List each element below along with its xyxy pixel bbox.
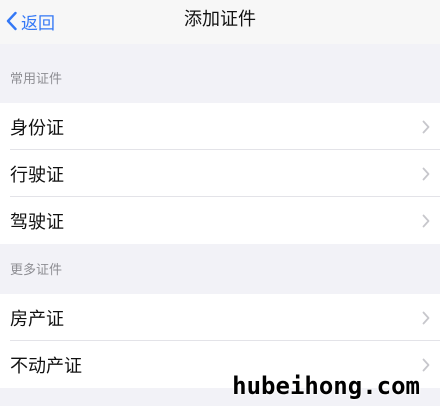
list-item-id-card[interactable]: 身份证 [0,103,440,150]
chevron-right-icon [422,167,430,180]
list-item-vehicle-license[interactable]: 行驶证 [0,150,440,197]
navigation-bar: 返回 添加证件 [0,0,440,44]
page-title: 添加证件 [184,9,256,30]
list-item-label: 驾驶证 [10,211,64,233]
list-item-driver-license[interactable]: 驾驶证 [0,197,440,244]
section-header-common: 常用证件 [10,72,63,87]
list-item-label: 身份证 [10,117,64,139]
chevron-right-icon [422,120,430,133]
section-header-more: 更多证件 [10,263,63,278]
chevron-right-icon [422,358,430,371]
chevron-right-icon [422,214,430,227]
list-item-label: 行驶证 [10,164,64,186]
list-item-label: 不动产证 [10,355,82,377]
watermark: hubeihong.com [232,372,420,400]
list-item-property-certificate[interactable]: 房产证 [0,294,440,341]
chevron-right-icon [422,311,430,324]
list-item-label: 房产证 [10,308,64,330]
